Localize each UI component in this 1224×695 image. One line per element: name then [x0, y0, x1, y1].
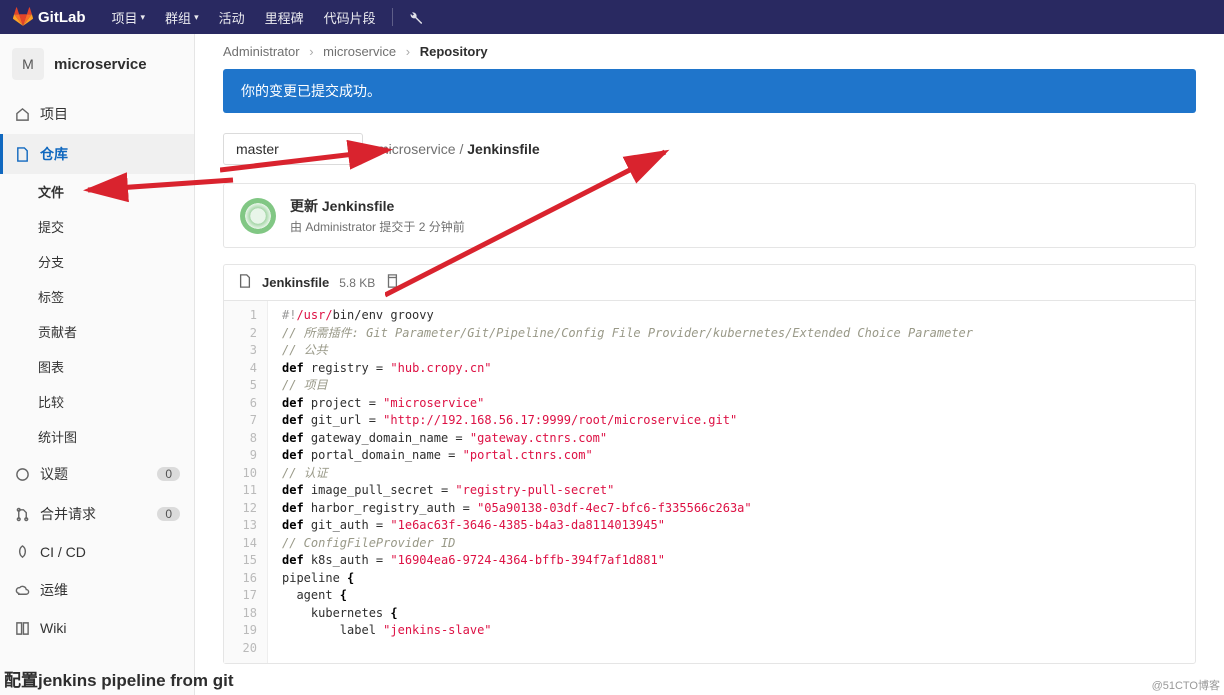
- nav-snippets[interactable]: 代码片段: [314, 0, 386, 34]
- path-file: Jenkinsfile: [467, 141, 539, 157]
- project-avatar: M: [12, 48, 44, 80]
- sidebar-sub-tags[interactable]: 标签: [0, 279, 194, 314]
- sidebar-item-merge-requests[interactable]: 合并请求 0: [0, 494, 194, 534]
- commit-avatar: [240, 198, 276, 234]
- sidebar-sub-compare[interactable]: 比较: [0, 384, 194, 419]
- sidebar-sub-branches[interactable]: 分支: [0, 244, 194, 279]
- doc-icon: [14, 146, 30, 162]
- commit-meta: 由 Administrator 提交于 2 分钟前: [290, 218, 465, 235]
- chevron-down-icon: ▾: [194, 12, 199, 23]
- book-icon: [14, 620, 30, 636]
- file-size: 5.8 KB: [339, 276, 375, 290]
- file-icon: [238, 274, 252, 291]
- sidebar-sub-charts[interactable]: 统计图: [0, 419, 194, 454]
- success-banner: 你的变更已提交成功。: [223, 69, 1196, 113]
- project-header[interactable]: M microservice: [0, 34, 194, 94]
- sidebar-item-project[interactable]: 项目: [0, 94, 194, 134]
- main-content: Administrator › microservice › Repositor…: [195, 34, 1224, 695]
- breadcrumb-admin[interactable]: Administrator: [223, 44, 300, 59]
- sidebar-item-repository[interactable]: 仓库: [0, 134, 194, 174]
- admin-wrench-icon[interactable]: [399, 10, 430, 25]
- home-icon: [14, 106, 30, 122]
- file-header: Jenkinsfile 5.8 KB: [224, 265, 1195, 301]
- nav-milestones[interactable]: 里程碑: [255, 0, 314, 34]
- top-navbar: GitLab 项目▾ 群组▾ 活动 里程碑 代码片段: [0, 0, 1224, 34]
- gitlab-icon: [12, 7, 34, 27]
- commit-title[interactable]: 更新 Jenkinsfile: [290, 196, 465, 216]
- issues-count: 0: [157, 467, 180, 481]
- sidebar-item-operations[interactable]: 运维: [0, 570, 194, 610]
- brand-text: GitLab: [38, 9, 86, 26]
- gitlab-logo[interactable]: GitLab: [12, 7, 86, 27]
- file-name: Jenkinsfile: [262, 275, 329, 290]
- mr-count: 0: [157, 507, 180, 521]
- sidebar-sub-contributors[interactable]: 贡献者: [0, 314, 194, 349]
- sidebar-item-cicd[interactable]: CI / CD: [0, 534, 194, 570]
- sidebar-sub-files[interactable]: 文件: [0, 174, 194, 209]
- path-root[interactable]: microservice: [377, 141, 456, 157]
- cloud-icon: [14, 582, 30, 598]
- sidebar-item-wiki[interactable]: Wiki: [0, 610, 194, 646]
- nav-projects[interactable]: 项目▾: [102, 0, 156, 34]
- footer-caption: 配置jenkins pipeline from git: [0, 662, 238, 695]
- merge-icon: [14, 506, 30, 522]
- file-viewer: Jenkinsfile 5.8 KB 123456789101112131415…: [223, 264, 1196, 664]
- copy-icon[interactable]: [385, 274, 399, 291]
- project-name: microservice: [54, 56, 147, 73]
- chevron-down-icon: ▾: [347, 144, 352, 155]
- sidebar-item-issues[interactable]: 议题 0: [0, 454, 194, 494]
- code-content[interactable]: #!/usr/bin/env groovy// 所需插件: Git Parame…: [268, 301, 1195, 663]
- nav-activity[interactable]: 活动: [209, 0, 255, 34]
- watermark: @51CTO博客: [1152, 677, 1220, 693]
- sidebar-sub-commits[interactable]: 提交: [0, 209, 194, 244]
- code-viewer: 1234567891011121314151617181920 #!/usr/b…: [224, 301, 1195, 663]
- breadcrumb-current: Repository: [420, 44, 488, 59]
- sidebar: M microservice 项目 仓库 文件 提交 分支 标签 贡献者 图表 …: [0, 34, 195, 695]
- breadcrumb-project[interactable]: microservice: [323, 44, 396, 59]
- issues-icon: [14, 466, 30, 482]
- rocket-icon: [14, 544, 30, 560]
- breadcrumb: Administrator › microservice › Repositor…: [195, 34, 1224, 69]
- nav-divider: [392, 8, 393, 26]
- sidebar-sub-graph[interactable]: 图表: [0, 349, 194, 384]
- nav-groups[interactable]: 群组▾: [155, 0, 209, 34]
- file-path: microservice / Jenkinsfile: [377, 141, 540, 157]
- branch-selector[interactable]: master ▾: [223, 133, 363, 165]
- line-numbers: 1234567891011121314151617181920: [224, 301, 268, 663]
- last-commit-box: 更新 Jenkinsfile 由 Administrator 提交于 2 分钟前: [223, 183, 1196, 248]
- chevron-down-icon: ▾: [141, 12, 146, 23]
